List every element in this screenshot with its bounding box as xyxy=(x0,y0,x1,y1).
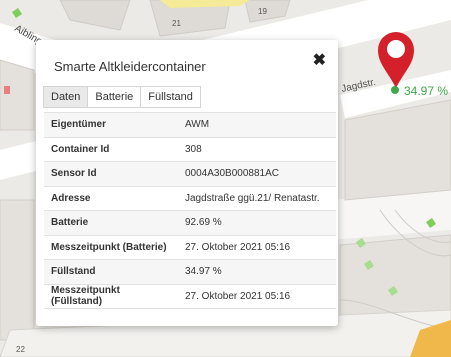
row-key: Füllstand xyxy=(44,259,178,284)
table-row: Container Id 308 xyxy=(44,136,336,162)
container-data-table: Eigentümer AWM Container Id 308 Sensor I… xyxy=(44,112,336,309)
table-row: Messzeitpunkt (Batterie) 27. Oktober 202… xyxy=(44,234,336,260)
container-popup: Smarte Altkleidercontainer ✖ Daten Batte… xyxy=(36,40,338,326)
row-key: Eigentümer xyxy=(44,112,178,137)
row-value: 0004A30B000881AC xyxy=(178,161,336,186)
row-value: 308 xyxy=(178,136,336,162)
house-number-22: 22 xyxy=(16,345,25,354)
table-row: Füllstand 34.97 % xyxy=(44,259,336,284)
row-value: Jagdstraße ggü.21/ Renatastr. xyxy=(178,185,336,211)
row-key: Messzeitpunkt (Batterie) xyxy=(44,234,178,260)
house-number-19: 19 xyxy=(258,7,267,16)
row-key: Batterie xyxy=(44,210,178,235)
table-row: Batterie 92.69 % xyxy=(44,210,336,235)
table-row: Adresse Jagdstraße ggü.21/ Renatastr. xyxy=(44,185,336,211)
table-row: Messzeitpunkt (Füllstand) 27. Oktober 20… xyxy=(44,283,336,309)
tab-batterie[interactable]: Batterie xyxy=(87,86,142,108)
tab-daten[interactable]: Daten xyxy=(43,86,89,108)
close-icon[interactable]: ✖ xyxy=(313,53,326,69)
tab-fuellstand[interactable]: Füllstand xyxy=(140,86,201,108)
house-number-21: 21 xyxy=(172,19,181,28)
row-value: 27. Oktober 2021 05:16 xyxy=(178,234,336,260)
row-value: 34.97 % xyxy=(178,259,336,284)
row-value: 27. Oktober 2021 05:16 xyxy=(178,283,336,309)
popup-tabs: Daten Batterie Füllstand xyxy=(43,86,201,108)
table-row: Sensor Id 0004A30B000881AC xyxy=(44,161,336,186)
row-key: Sensor Id xyxy=(44,161,178,186)
table-row: Eigentümer AWM xyxy=(44,112,336,137)
popup-title: Smarte Altkleidercontainer xyxy=(54,59,206,74)
row-key: Messzeitpunkt (Füllstand) xyxy=(44,283,178,309)
fill-level-label: 34.97 % xyxy=(404,84,449,98)
row-value: 92.69 % xyxy=(178,210,336,235)
row-key: Adresse xyxy=(44,185,178,211)
row-value: AWM xyxy=(178,112,336,137)
row-key: Container Id xyxy=(44,136,178,162)
fill-level-dot-icon xyxy=(391,86,399,94)
